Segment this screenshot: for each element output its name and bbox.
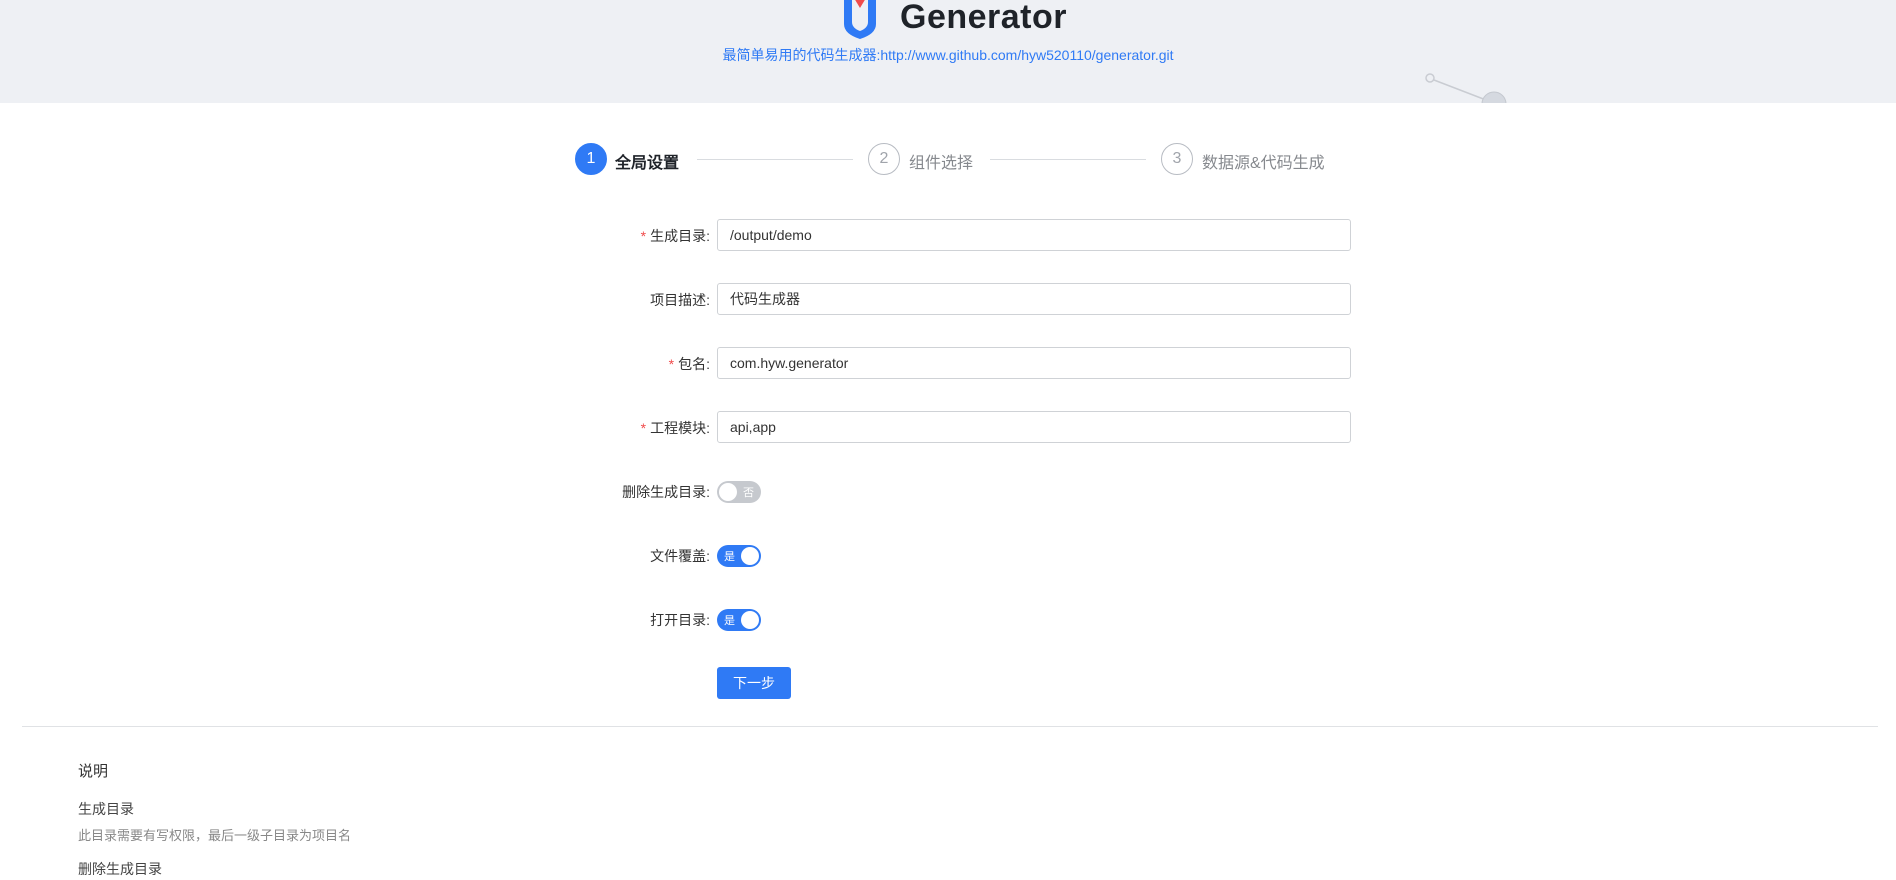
toggle-knob bbox=[741, 547, 759, 565]
toggle-state-text: 否 bbox=[743, 487, 754, 499]
step-3-indicator[interactable]: 3 bbox=[1161, 143, 1193, 175]
delete-dir-label: 删除生成目录: bbox=[622, 484, 710, 500]
decoration-graphic bbox=[1425, 73, 1507, 103]
step-3-label[interactable]: 数据源&代码生成 bbox=[1202, 149, 1325, 173]
open-dir-toggle[interactable]: 是 bbox=[717, 609, 761, 631]
step-connector bbox=[990, 159, 1146, 160]
next-step-button[interactable]: 下一步 bbox=[717, 667, 791, 699]
app-title: Generator bbox=[900, 0, 1067, 36]
logo-icon bbox=[844, 0, 876, 39]
required-mark: * bbox=[668, 356, 675, 372]
repo-link[interactable]: 最简单易用的代码生成器:http://www.github.com/hyw520… bbox=[0, 45, 1896, 65]
step-connector bbox=[697, 159, 853, 160]
brand: Generator bbox=[840, 0, 1067, 40]
required-mark: * bbox=[640, 228, 647, 244]
description-input[interactable] bbox=[717, 283, 1351, 315]
output-dir-label: * 生成目录: bbox=[640, 228, 710, 244]
modules-input[interactable] bbox=[717, 411, 1351, 443]
modules-label: * 工程模块: bbox=[640, 420, 710, 436]
step-2-label[interactable]: 组件选择 bbox=[909, 149, 973, 173]
package-label: * 包名: bbox=[668, 356, 710, 372]
package-input[interactable] bbox=[717, 347, 1351, 379]
toggle-knob bbox=[741, 611, 759, 629]
step-1-label[interactable]: 全局设置 bbox=[615, 149, 679, 173]
form-row-package: * 包名: bbox=[0, 346, 1896, 380]
toggle-state-text: 是 bbox=[724, 551, 735, 563]
form-row-open-dir: 打开目录: 是 bbox=[0, 602, 1896, 636]
output-dir-input[interactable] bbox=[717, 219, 1351, 251]
step-1-indicator[interactable]: 1 bbox=[575, 143, 607, 175]
toggle-state-text: 是 bbox=[724, 615, 735, 627]
section-divider bbox=[22, 726, 1878, 727]
delete-dir-toggle[interactable]: 否 bbox=[717, 481, 761, 503]
overwrite-toggle[interactable]: 是 bbox=[717, 545, 761, 567]
header: Generator 最简单易用的代码生成器:http://www.github.… bbox=[0, 0, 1896, 103]
toggle-knob bbox=[719, 483, 737, 501]
note-heading: 删除生成目录 bbox=[78, 861, 162, 877]
form-row-modules: * 工程模块: bbox=[0, 410, 1896, 444]
required-mark: * bbox=[640, 420, 647, 436]
description-label: 项目描述: bbox=[650, 292, 710, 308]
note-text: 此目录需要有写权限，最后一级子目录为项目名 bbox=[78, 828, 352, 843]
open-dir-label: 打开目录: bbox=[650, 612, 710, 628]
form-row-overwrite: 文件覆盖: 是 bbox=[0, 538, 1896, 572]
notes-title: 说明 bbox=[78, 763, 109, 780]
note-heading: 生成目录 bbox=[78, 801, 134, 817]
form-row-output-dir: * 生成目录: bbox=[0, 218, 1896, 252]
form-row-description: 项目描述: bbox=[0, 282, 1896, 316]
overwrite-label: 文件覆盖: bbox=[650, 548, 710, 564]
wizard-steps: 1 全局设置 2 组件选择 3 数据源&代码生成 bbox=[575, 143, 1335, 175]
step-2-indicator[interactable]: 2 bbox=[868, 143, 900, 175]
form-row-delete-dir: 删除生成目录: 否 bbox=[0, 474, 1896, 508]
